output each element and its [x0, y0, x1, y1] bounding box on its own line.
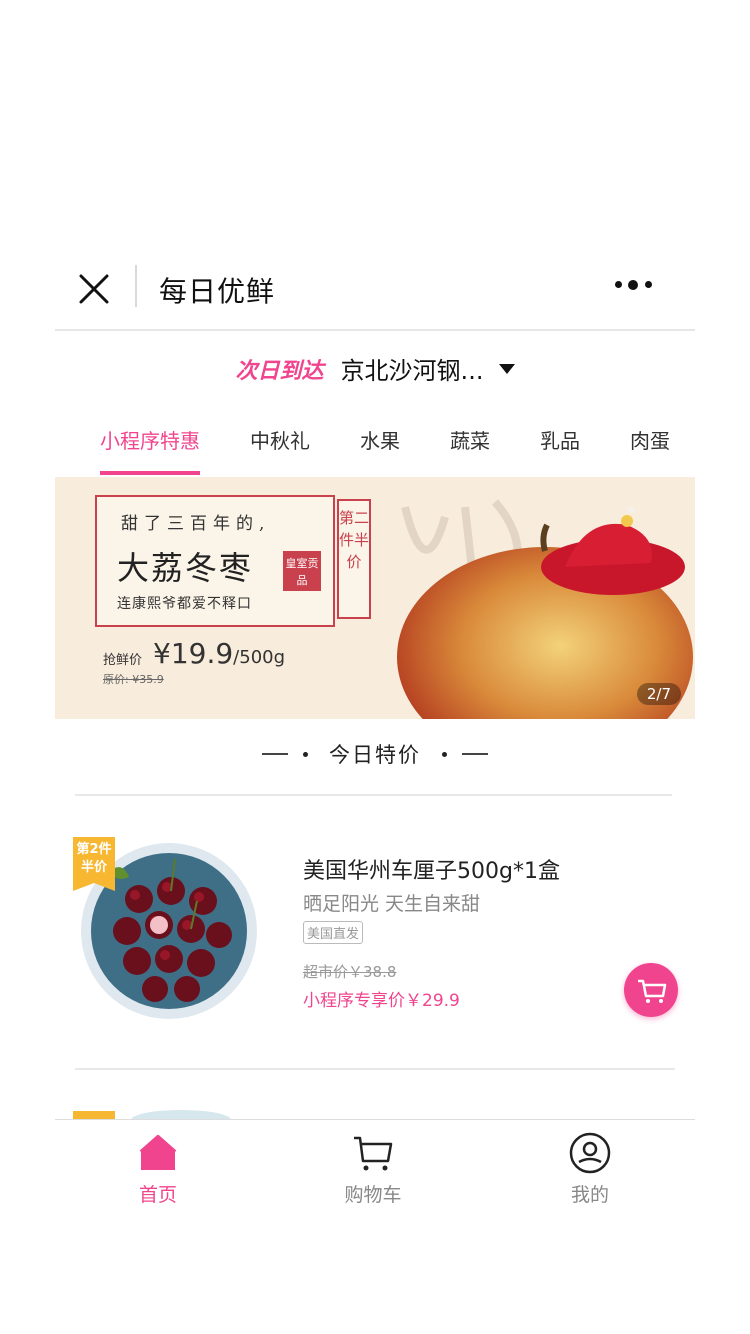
banner-price: ¥19.9/500g: [153, 637, 285, 670]
delivery-tag: 次日到达: [235, 358, 324, 384]
cart-icon: [354, 1136, 393, 1171]
carousel-page-indicator: 2/7: [636, 683, 681, 705]
banner-price-value: ¥19.9: [153, 637, 234, 670]
product-subtitle: 晒足阳光 天生自来甜: [303, 893, 481, 915]
tab-home-label: 首页: [138, 1184, 177, 1206]
category-tabs: 小程序特惠 中秋礼 水果 蔬菜 乳品 肉蛋: [55, 417, 695, 479]
add-to-cart-button[interactable]: [624, 963, 678, 1017]
section-line-right: [462, 753, 489, 755]
close-button[interactable]: [69, 267, 119, 317]
tab-profile-label: 我的: [570, 1184, 609, 1206]
tab-mini-program-deals[interactable]: 小程序特惠: [100, 425, 200, 454]
tab-home[interactable]: 首页: [98, 1130, 218, 1210]
delivery-address: 京北沙河钢...: [340, 357, 484, 385]
dropdown-caret-icon: [498, 363, 515, 374]
royal-seal-stamp: 皇室贡品: [283, 551, 321, 591]
bottom-tab-bar: 首页 购物车 我的: [55, 1119, 695, 1215]
tab-meat-eggs[interactable]: 肉蛋: [630, 425, 670, 454]
banner-headline: 大荔冬枣: [117, 549, 254, 587]
tab-mid-autumn[interactable]: 中秋礼: [250, 425, 310, 454]
tab-profile[interactable]: 我的: [530, 1130, 650, 1210]
product-price: 小程序专享价￥29.9: [303, 991, 460, 1011]
page-title: 每日优鲜: [159, 275, 276, 308]
banner-text-card: 甜了三百年的, 大荔冬枣 连康熙爷都爱不释口 皇室贡品: [95, 495, 335, 627]
banner-price-label: 抢鲜价: [103, 653, 143, 668]
banner-subline: 连康熙爷都爱不释口: [117, 596, 252, 612]
top-nav-bar: 每日优鲜: [55, 255, 695, 331]
active-tab-underline: [100, 471, 200, 475]
profile-icon: [569, 1132, 611, 1174]
product-original-price: 超市价￥38.8: [303, 963, 397, 981]
nav-divider: [135, 265, 137, 307]
section-dot-right: [442, 751, 448, 757]
tab-cart[interactable]: 购物车: [313, 1130, 433, 1210]
cart-icon: [638, 979, 667, 1003]
section-divider: [75, 794, 672, 796]
banner-tagline: 甜了三百年的,: [121, 514, 271, 534]
product-card[interactable]: 第2件半价 美国华州车厘子500g*1盒 晒足阳光 天生自来甜 美国直发 超市价…: [73, 833, 678, 1033]
tab-dairy[interactable]: 乳品: [540, 425, 580, 454]
section-line-left: [261, 753, 288, 755]
home-icon: [139, 1135, 177, 1170]
section-title: 今日特价: [329, 743, 421, 767]
more-options-button[interactable]: [613, 273, 677, 299]
promo-banner[interactable]: 甜了三百年的, 大荔冬枣 连康熙爷都爱不释口 皇室贡品 第二件半价 抢鲜价 ¥1…: [55, 477, 695, 719]
section-dot-left: [302, 751, 308, 757]
banner-price-unit: /500g: [233, 647, 286, 668]
section-header-today-deals: 今日特价: [55, 739, 695, 779]
product-divider: [75, 1068, 675, 1070]
second-half-price-label: 第二件半价: [337, 499, 371, 619]
product-name: 美国华州车厘子500g*1盒: [303, 859, 560, 884]
close-icon: [79, 274, 109, 304]
product-origin-tag: 美国直发: [303, 921, 364, 944]
mini-program-frame: 每日优鲜 次日到达 京北沙河钢... 小程序特惠 中秋礼 水果 蔬菜 乳品 肉蛋…: [55, 255, 695, 1215]
tab-fruit[interactable]: 水果: [360, 425, 400, 454]
delivery-location-selector[interactable]: 次日到达 京北沙河钢...: [55, 351, 695, 391]
banner-original-price: 原价: ¥35.9: [103, 673, 164, 686]
half-price-badge: 第2件半价: [73, 837, 115, 891]
tab-vegetables[interactable]: 蔬菜: [450, 425, 490, 454]
tab-cart-label: 购物车: [344, 1184, 402, 1206]
